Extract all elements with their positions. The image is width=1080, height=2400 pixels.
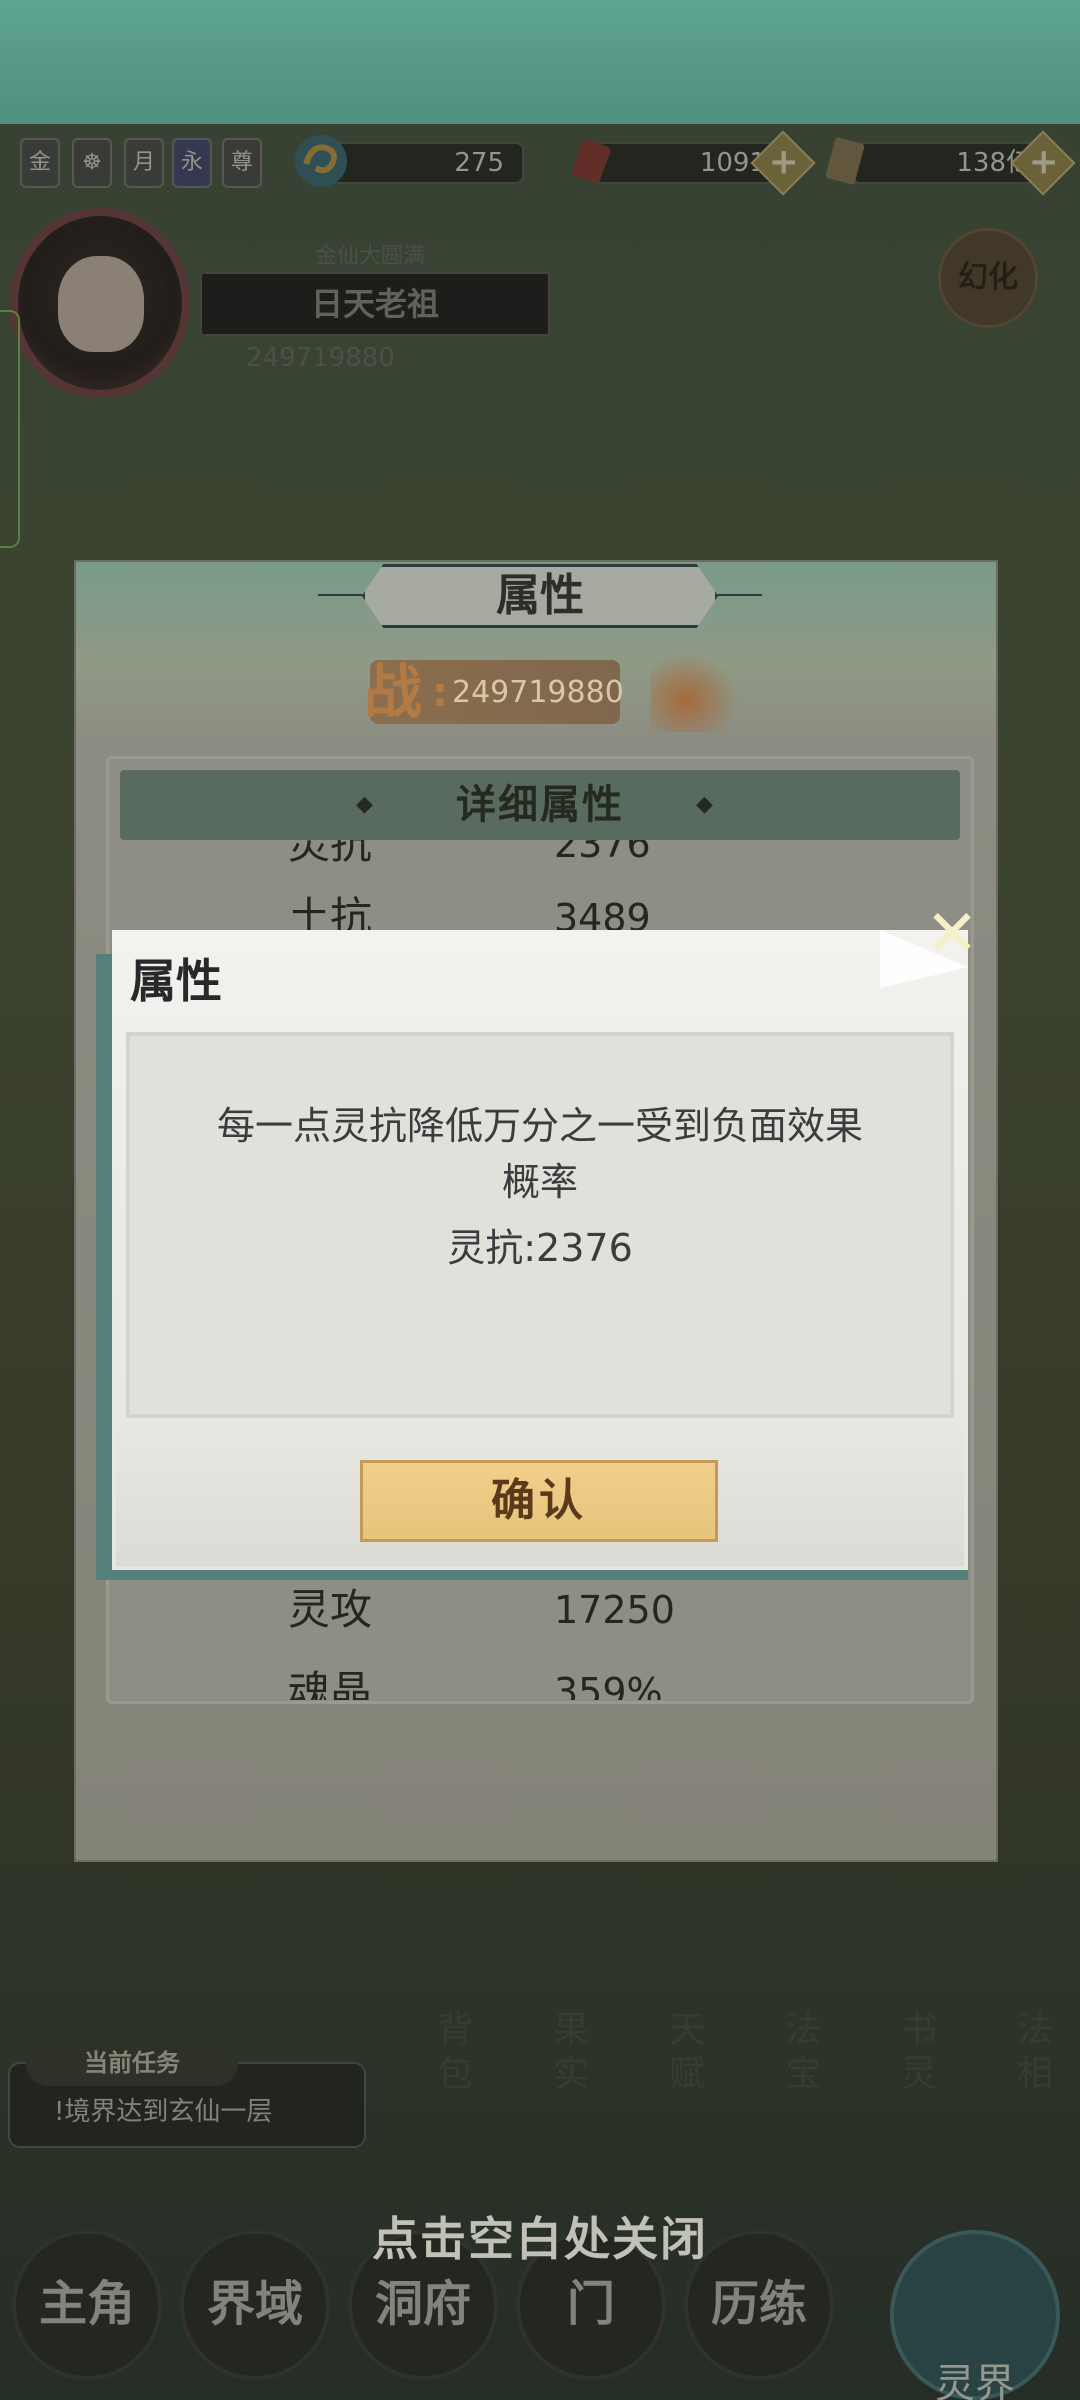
attr-row-value: 2376 — [554, 840, 651, 866]
attribute-title: 属性 — [496, 570, 584, 621]
attr-row-value: 359% — [554, 1670, 663, 1700]
power-separator: : — [432, 670, 448, 716]
detail-attributes-header: 详细属性 — [120, 770, 960, 840]
attr-row-label: 灵抗 — [288, 840, 373, 868]
attr-row-value: 17250 — [554, 1588, 675, 1632]
diamond-icon: ◆ — [696, 792, 713, 817]
confirm-button[interactable]: 确认 — [360, 1460, 718, 1542]
dialog-title: 属性 — [130, 954, 222, 1008]
close-icon[interactable]: ✕ — [922, 902, 982, 966]
attr-row-label: 灵攻 — [288, 1585, 373, 1634]
attr-row-label: 魂晶 — [288, 1667, 373, 1700]
close-hint: 点击空白处关闭 — [372, 2212, 708, 2266]
status-bar — [0, 0, 1080, 124]
dialog-stat-value: 灵抗:2376 — [447, 1226, 633, 1270]
dialog-description-cont: 概率 — [501, 1160, 578, 1204]
flame-icon — [650, 652, 740, 732]
dialog-description: 每一点灵抗降低万分之一受到负面效果 — [216, 1104, 863, 1148]
diamond-icon: ◆ — [356, 792, 373, 817]
power-value: 249719880 — [452, 675, 624, 710]
